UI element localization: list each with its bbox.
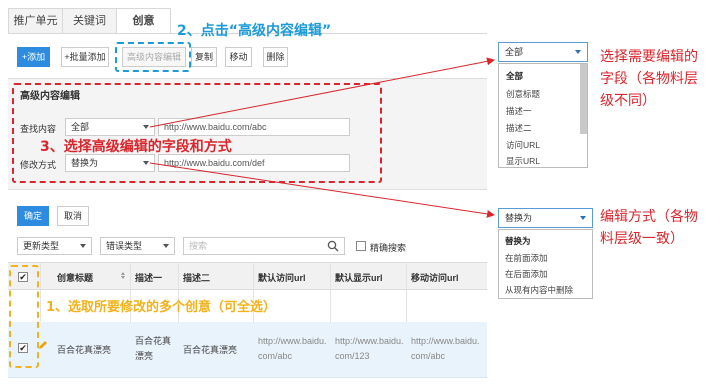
field-option[interactable]: 显示URL xyxy=(506,155,540,167)
field-option[interactable]: 访问URL xyxy=(506,139,540,151)
field-option[interactable]: 描述二 xyxy=(506,122,532,134)
note-field-line: 选择需要编辑的 xyxy=(600,49,698,65)
field-option[interactable]: 描述一 xyxy=(506,105,532,117)
field-dropdown-selected: 全部 xyxy=(505,47,524,57)
chevron-down-icon xyxy=(575,50,581,54)
note-field-line: 字段（各物料层 xyxy=(600,71,698,87)
note-field-line: 级不同） xyxy=(600,93,656,109)
arrow-to-mode-dropdown xyxy=(149,162,495,218)
note-field: 选择需要编辑的 字段（各物料层 级不同） xyxy=(600,46,698,112)
mode-dropdown-head[interactable]: 替换为 xyxy=(498,208,593,228)
scrollbar[interactable] xyxy=(580,64,587,134)
note-mode-line: 编辑方式（各物 xyxy=(600,209,698,225)
field-option[interactable]: 全部 xyxy=(506,70,523,82)
note-mode-line: 料层级一致） xyxy=(600,231,684,247)
field-dropdown-head[interactable]: 全部 xyxy=(498,42,588,62)
mode-option[interactable]: 替换为 xyxy=(505,235,531,247)
chevron-down-icon xyxy=(580,216,586,220)
field-option[interactable]: 创意标题 xyxy=(506,88,540,100)
mode-option[interactable]: 从现有内容中删除 xyxy=(505,284,573,296)
arrow-to-field-dropdown xyxy=(149,57,495,128)
note-mode: 编辑方式（各物 料层级一致） xyxy=(600,206,698,250)
mode-option[interactable]: 在后面添加 xyxy=(505,268,548,280)
mode-option[interactable]: 在前面添加 xyxy=(505,252,548,264)
mode-dropdown-selected: 替换为 xyxy=(505,213,533,223)
